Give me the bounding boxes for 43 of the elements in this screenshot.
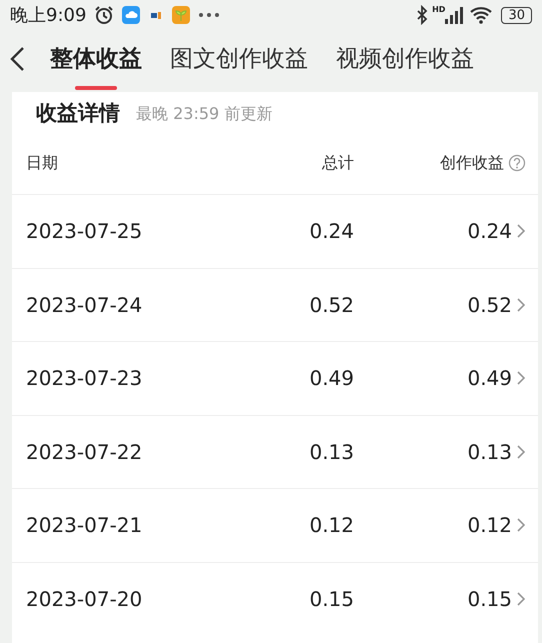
date-cell-text: 2023-07-23	[26, 365, 144, 392]
leaf-app-icon	[172, 6, 190, 24]
alarm-icon	[94, 5, 114, 25]
date-cell-text: 2023-07-20	[26, 586, 144, 613]
status-time: 晚上9:09	[10, 4, 86, 28]
creation-income-cell-text: 0.15	[467, 586, 512, 613]
tab[interactable]: 整体收益	[36, 30, 156, 88]
creation-income-cell-text: 0.12	[467, 512, 512, 540]
battery-indicator: 30	[501, 6, 532, 24]
date-cell-text: 2023-07-21	[26, 512, 144, 540]
chevron-right-icon[interactable]	[516, 518, 526, 532]
creation-income-cell-text: 0.49	[467, 365, 512, 392]
bluetooth-icon	[416, 5, 428, 25]
update-note: 最晚 23:59 前更新	[136, 103, 272, 125]
creation-income-cell-text: 0.13	[467, 438, 512, 466]
network-label: HD	[432, 6, 446, 14]
creation-income-cell-text: 0.52	[467, 292, 512, 319]
wifi-icon	[469, 6, 494, 24]
signal-icon	[445, 6, 466, 24]
cloud-app-icon	[122, 6, 140, 24]
total-cell-text: 0.15	[308, 586, 354, 613]
chevron-right-icon[interactable]	[516, 224, 526, 238]
column-header: 总计	[321, 152, 354, 174]
date-cell-text: 2023-07-22	[26, 438, 144, 466]
column-header: 创作收益	[440, 152, 504, 174]
more-icon	[198, 12, 220, 18]
creation-income-cell-text: 0.24	[467, 218, 512, 246]
total-cell-text: 0.13	[308, 438, 354, 466]
column-header: 日期	[26, 152, 59, 174]
date-cell-text: 2023-07-25	[26, 218, 144, 246]
card-title: 收益详情	[36, 100, 120, 128]
chevron-right-icon[interactable]	[516, 298, 526, 312]
chevron-right-icon[interactable]	[516, 444, 526, 459]
tab[interactable]: 视频创作收益	[322, 30, 488, 88]
total-cell-text: 0.52	[308, 292, 354, 319]
total-cell-text: 0.49	[308, 365, 354, 392]
date-cell-text: 2023-07-24	[26, 292, 144, 319]
chevron-right-icon[interactable]	[516, 371, 526, 386]
total-cell-text: 0.12	[308, 512, 354, 540]
tab[interactable]: 图文创作收益	[156, 30, 322, 88]
help-icon[interactable]	[508, 154, 526, 172]
total-cell-text: 0.24	[308, 218, 354, 246]
chevron-right-icon[interactable]	[516, 592, 526, 606]
